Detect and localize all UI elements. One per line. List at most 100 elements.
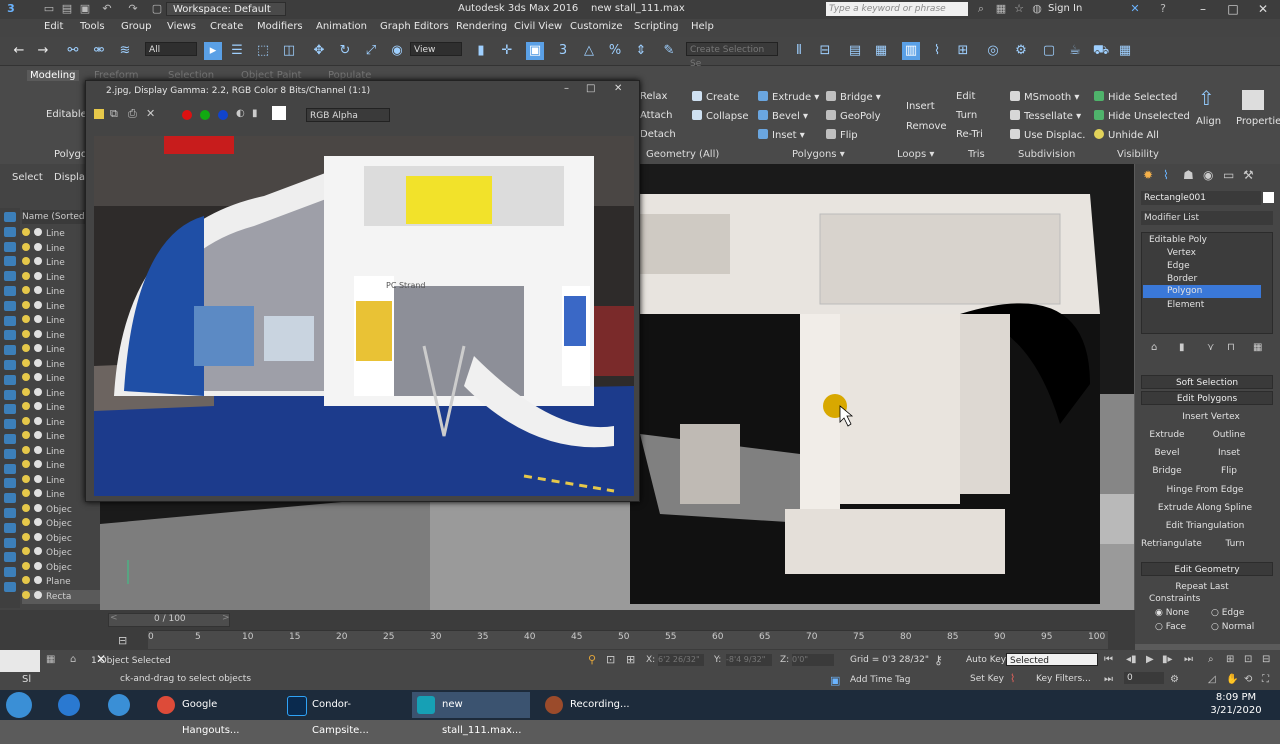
red-channel-icon[interactable]	[182, 110, 192, 120]
menu-graph-editors[interactable]: Graph Editors	[380, 21, 449, 32]
save-image-icon[interactable]	[94, 109, 104, 119]
next-frame-icon[interactable]: ▮▸	[1162, 654, 1173, 665]
scene-object-row[interactable]: Recta	[22, 589, 100, 604]
scale-icon[interactable]: ⤢	[362, 42, 380, 60]
align-ribbon-button[interactable]: Align	[1196, 116, 1221, 127]
tab-modeling[interactable]: Modeling	[27, 70, 79, 81]
menu-edit[interactable]: Edit	[44, 21, 63, 32]
flip-button[interactable]: Flip	[1207, 464, 1251, 478]
edit-geometry-rollout[interactable]: Edit Geometry	[1141, 562, 1273, 576]
editable-poly-label[interactable]: Editable	[46, 109, 87, 120]
turn-button[interactable]: Turn	[1213, 537, 1257, 551]
freeze-bulb-icon[interactable]	[22, 257, 30, 265]
freeze-bulb-icon[interactable]	[22, 532, 30, 541]
stack-vertex[interactable]: Vertex	[1167, 248, 1196, 258]
stack-element[interactable]: Element	[1167, 300, 1204, 310]
constraint-face-radio[interactable]: ○ Face	[1155, 622, 1186, 632]
add-time-tag-button[interactable]: Add Time Tag	[850, 675, 910, 685]
explorer-filter-icon[interactable]	[4, 226, 16, 237]
stack-editable-poly[interactable]: Editable Poly	[1149, 235, 1207, 245]
visibility-eye-icon[interactable]	[34, 590, 42, 599]
insert-loop-button[interactable]: Insert	[906, 101, 935, 112]
spinner-snap-icon[interactable]: ⇕	[632, 42, 650, 60]
freeze-bulb-icon[interactable]	[22, 445, 30, 454]
blue-channel-icon[interactable]	[218, 110, 228, 120]
visibility-eye-icon[interactable]	[34, 402, 42, 410]
freeze-bulb-icon[interactable]	[22, 590, 30, 599]
explorer-filter-icon[interactable]	[4, 434, 16, 444]
display-channel-dropdown[interactable]: RGB Alpha	[306, 108, 390, 122]
hierarchy-panel-icon[interactable]: ☗	[1183, 168, 1194, 182]
minimize-icon[interactable]: –	[1188, 0, 1218, 19]
freeze-bulb-icon[interactable]	[22, 344, 30, 352]
visibility-eye-icon[interactable]	[34, 576, 42, 584]
utilities-panel-icon[interactable]: ⚒	[1243, 168, 1254, 182]
select-object-icon[interactable]: ▸	[204, 42, 222, 60]
msmooth-button[interactable]: MSmooth ▾	[1010, 91, 1079, 103]
key-selection-dropdown[interactable]: Selected	[1006, 653, 1098, 666]
clock-time[interactable]: 8:09 PM	[1206, 692, 1266, 703]
visibility-eye-icon[interactable]	[34, 315, 42, 323]
visibility-eye-icon[interactable]	[34, 373, 42, 381]
attach-button[interactable]: Attach	[640, 110, 672, 121]
mirror-icon[interactable]: ⫴	[790, 42, 808, 60]
geometry-all-group[interactable]: Geometry (All)	[646, 149, 719, 160]
toggle-ribbon-icon[interactable]: ▦	[872, 42, 890, 60]
explorer-filter-icon[interactable]	[4, 582, 16, 592]
scene-object-row[interactable]: Objec	[22, 503, 100, 517]
favorites-star-icon[interactable]: ☆	[1012, 2, 1026, 16]
remove-modifier-icon[interactable]: ⊓	[1227, 342, 1235, 353]
close-icon[interactable]: ✕	[1248, 0, 1278, 19]
scene-object-row[interactable]: Objec	[22, 561, 100, 575]
maximize-icon[interactable]: □	[1218, 0, 1248, 19]
subdivision-group[interactable]: Subdivision	[1018, 149, 1075, 160]
menu-customize[interactable]: Customize	[570, 21, 623, 32]
time-configuration-icon[interactable]: ⚙	[1170, 674, 1179, 685]
rendered-image-window[interactable]: 2.jpg, Display Gamma: 2.2, RGB Color 8 B…	[85, 80, 640, 502]
freeze-bulb-icon[interactable]	[22, 561, 30, 570]
placement-icon[interactable]: ◉	[388, 42, 406, 60]
freeze-bulb-icon[interactable]	[22, 474, 30, 483]
scene-object-row[interactable]: Plane	[22, 575, 100, 589]
configure-sets-icon[interactable]: ▦	[1253, 342, 1262, 353]
modifier-list-dropdown[interactable]: Modifier List	[1141, 211, 1273, 225]
explorer-filter-icon[interactable]	[4, 360, 16, 370]
project-folder-icon[interactable]: ▢	[150, 2, 164, 16]
taskbar-hangouts[interactable]: Google Hangouts...	[152, 692, 272, 736]
save-icon[interactable]: ▣	[78, 2, 92, 16]
absolute-mode-icon[interactable]: ⊞	[626, 653, 635, 666]
explorer-filter-icon[interactable]	[4, 404, 16, 415]
polygon-modeling-label[interactable]: Polygo	[54, 149, 87, 160]
object-color-swatch[interactable]	[1263, 192, 1274, 203]
snaps-toggle-icon[interactable]: 3	[554, 42, 572, 60]
clear-image-icon[interactable]: ✕	[146, 107, 155, 120]
menu-help[interactable]: Help	[691, 21, 714, 32]
pivot-center-icon[interactable]: ▮	[472, 42, 490, 60]
explorer-filter-icon[interactable]	[4, 271, 16, 282]
explorer-filter-icon[interactable]	[4, 389, 16, 400]
x-coordinate-field[interactable]: 6'2 26/32"	[658, 654, 704, 666]
inset-button[interactable]: Inset	[1207, 446, 1251, 460]
explorer-filter-icon[interactable]	[4, 537, 16, 548]
visibility-eye-icon[interactable]	[34, 358, 42, 367]
duplicate-image-icon[interactable]: ⧉	[110, 107, 118, 121]
selection-lock-icon[interactable]: ⊡	[606, 653, 615, 666]
freeze-bulb-icon[interactable]	[22, 416, 30, 425]
taskbar-3dsmax[interactable]: new stall_111.max...	[412, 692, 530, 736]
constraint-none-radio[interactable]: ◉ None	[1155, 608, 1189, 618]
listener-home-icon[interactable]: ⌂	[70, 654, 76, 665]
explorer-filter-icon[interactable]	[4, 419, 16, 430]
turn-tris-button[interactable]: Turn	[956, 110, 977, 121]
previous-frame-icon[interactable]: ◂▮	[1126, 654, 1137, 665]
workspace-dropdown[interactable]: Workspace: Default	[166, 2, 286, 16]
visibility-eye-icon[interactable]	[34, 532, 42, 541]
menu-civil-view[interactable]: Civil View	[514, 21, 562, 32]
scene-object-row[interactable]: Objec	[22, 532, 100, 546]
extrude-button[interactable]: Extrude	[1145, 428, 1189, 442]
keyboard-shortcut-override-icon[interactable]: ▣	[526, 42, 544, 60]
field-of-view-icon[interactable]: ◿	[1208, 674, 1216, 685]
modify-panel-icon[interactable]: ⌇	[1163, 168, 1169, 182]
start-button-icon[interactable]	[6, 692, 32, 718]
pan-view-icon[interactable]: ✋	[1226, 674, 1238, 685]
explorer-filter-icon[interactable]	[4, 522, 16, 533]
